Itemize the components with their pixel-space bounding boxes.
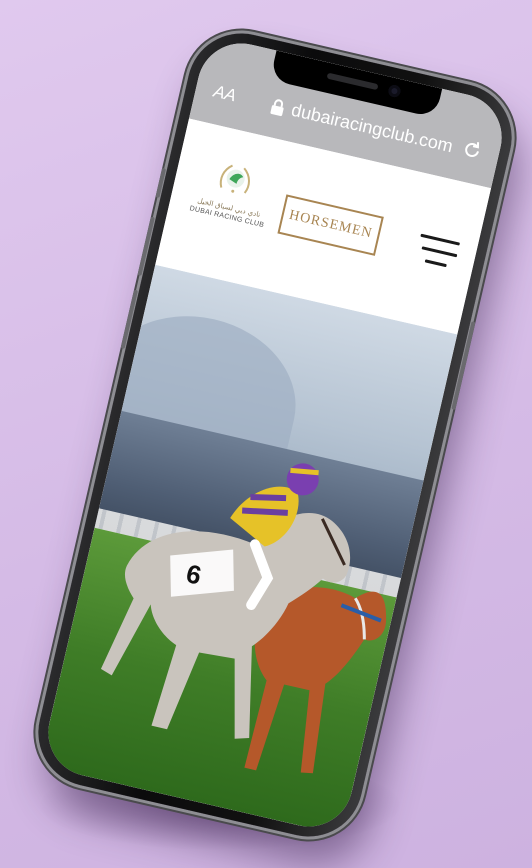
hamburger-menu-icon[interactable] [414, 233, 461, 272]
menu-line-bottom [424, 259, 447, 268]
scene-background: AA dubairacingclub.com نادي دبي لسباق ال… [0, 0, 532, 868]
volume-down-button [120, 289, 138, 349]
reload-icon[interactable] [459, 137, 485, 163]
hero-image: 6 [39, 264, 458, 836]
menu-line-top [420, 233, 461, 246]
logo-emblem-icon [219, 164, 250, 194]
volume-up-button [137, 216, 155, 276]
phone-frame: AA dubairacingclub.com نادي دبي لسباق ال… [27, 22, 523, 848]
menu-line-middle [421, 246, 458, 258]
speaker-grille [326, 72, 379, 91]
phone-screen: AA dubairacingclub.com نادي دبي لسباق ال… [39, 34, 511, 836]
horsemen-button[interactable]: HORSEMEN [277, 194, 384, 256]
mute-switch [155, 167, 167, 198]
lock-icon [270, 98, 284, 116]
front-camera [387, 83, 402, 99]
text-size-button[interactable]: AA [211, 82, 238, 107]
dubai-racing-club-logo[interactable]: نادي دبي لسباق الخيل DUBAI RACING CLUB [180, 151, 282, 248]
